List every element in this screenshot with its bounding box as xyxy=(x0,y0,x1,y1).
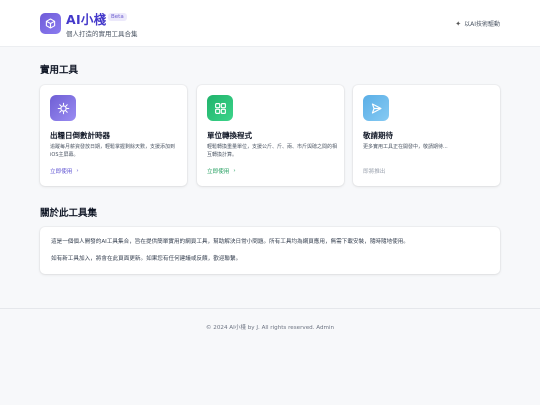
use-now-link[interactable]: 立即使用 › xyxy=(207,167,236,175)
powered-by: ✦ 以AI技術驅動 xyxy=(455,19,500,29)
tool-card-unit-converter[interactable]: 單位轉換程式 輕鬆轉換重量單位，支援公斤、斤、兩、市斤與磅之間的相互轉換計算。 … xyxy=(197,85,344,186)
action-label: 立即使用 xyxy=(50,169,73,175)
tool-description: 輕鬆轉換重量單位，支援公斤、斤、兩、市斤與磅之間的相互轉換計算。 xyxy=(207,144,338,158)
grid-icon xyxy=(207,95,233,121)
about-paragraph: 這是一個個人開發的AI工具集合，旨在提供簡單實用的網頁工具，幫助解決日常小問題。… xyxy=(51,239,409,245)
tool-name: 出糧日倒數計時器 xyxy=(50,131,110,140)
logo[interactable] xyxy=(40,13,61,34)
tool-name: 敬請期待 xyxy=(363,131,393,140)
action-label: 即將推出 xyxy=(363,169,386,175)
cube-icon xyxy=(45,18,56,29)
about-card: 這是一個個人開發的AI工具集合，旨在提供簡單實用的網頁工具，幫助解決日常小問題。… xyxy=(40,227,500,274)
tool-description: 更多實用工具正在開發中，敬請期待... xyxy=(363,144,448,150)
footer: © 2024 AI小棧 by J. All rights reserved. A… xyxy=(0,308,540,405)
beta-badge: Beta xyxy=(108,13,127,21)
header: AI小棧 Beta 個人打造的實用工具合集 ✦ 以AI技術驅動 xyxy=(0,0,540,47)
powered-label: 以AI技術驅動 xyxy=(464,21,500,28)
use-now-link[interactable]: 立即使用 › xyxy=(50,167,79,175)
about-section-title: 關於此工具集 xyxy=(40,208,98,219)
coming-soon-label: 即將推出 xyxy=(363,167,385,175)
action-label: 立即使用 xyxy=(207,169,230,175)
app-subtitle: 個人打造的實用工具合集 xyxy=(66,30,138,38)
hourglass-icon xyxy=(50,95,76,121)
tool-card-coming-soon: 敬請期待 更多實用工具正在開發中，敬請期待... 即將推出 xyxy=(353,85,500,186)
chevron-right-icon: › xyxy=(76,168,79,174)
about-paragraph: 如有新工具加入，將會在此頁面更新。如果您有任何建議或反饋，歡迎聯繫。 xyxy=(51,256,242,262)
sparkle-icon: ✦ xyxy=(455,19,462,28)
send-icon xyxy=(363,95,389,121)
tool-name: 單位轉換程式 xyxy=(207,131,252,140)
footer-text: © 2024 AI小棧 by J. All rights reserved. A… xyxy=(205,325,335,331)
tool-card-payday-countdown[interactable]: 出糧日倒數計時器 追蹤每月薪資發放日期，輕鬆掌握剩餘天數，支援添加到iOS主屏幕… xyxy=(40,85,187,186)
app-title[interactable]: AI小棧 xyxy=(66,9,107,28)
tools-section-title: 實用工具 xyxy=(40,65,79,76)
tool-description: 追蹤每月薪資發放日期，輕鬆掌握剩餘天數，支援添加到iOS主屏幕。 xyxy=(50,144,176,158)
chevron-right-icon: › xyxy=(233,168,236,174)
